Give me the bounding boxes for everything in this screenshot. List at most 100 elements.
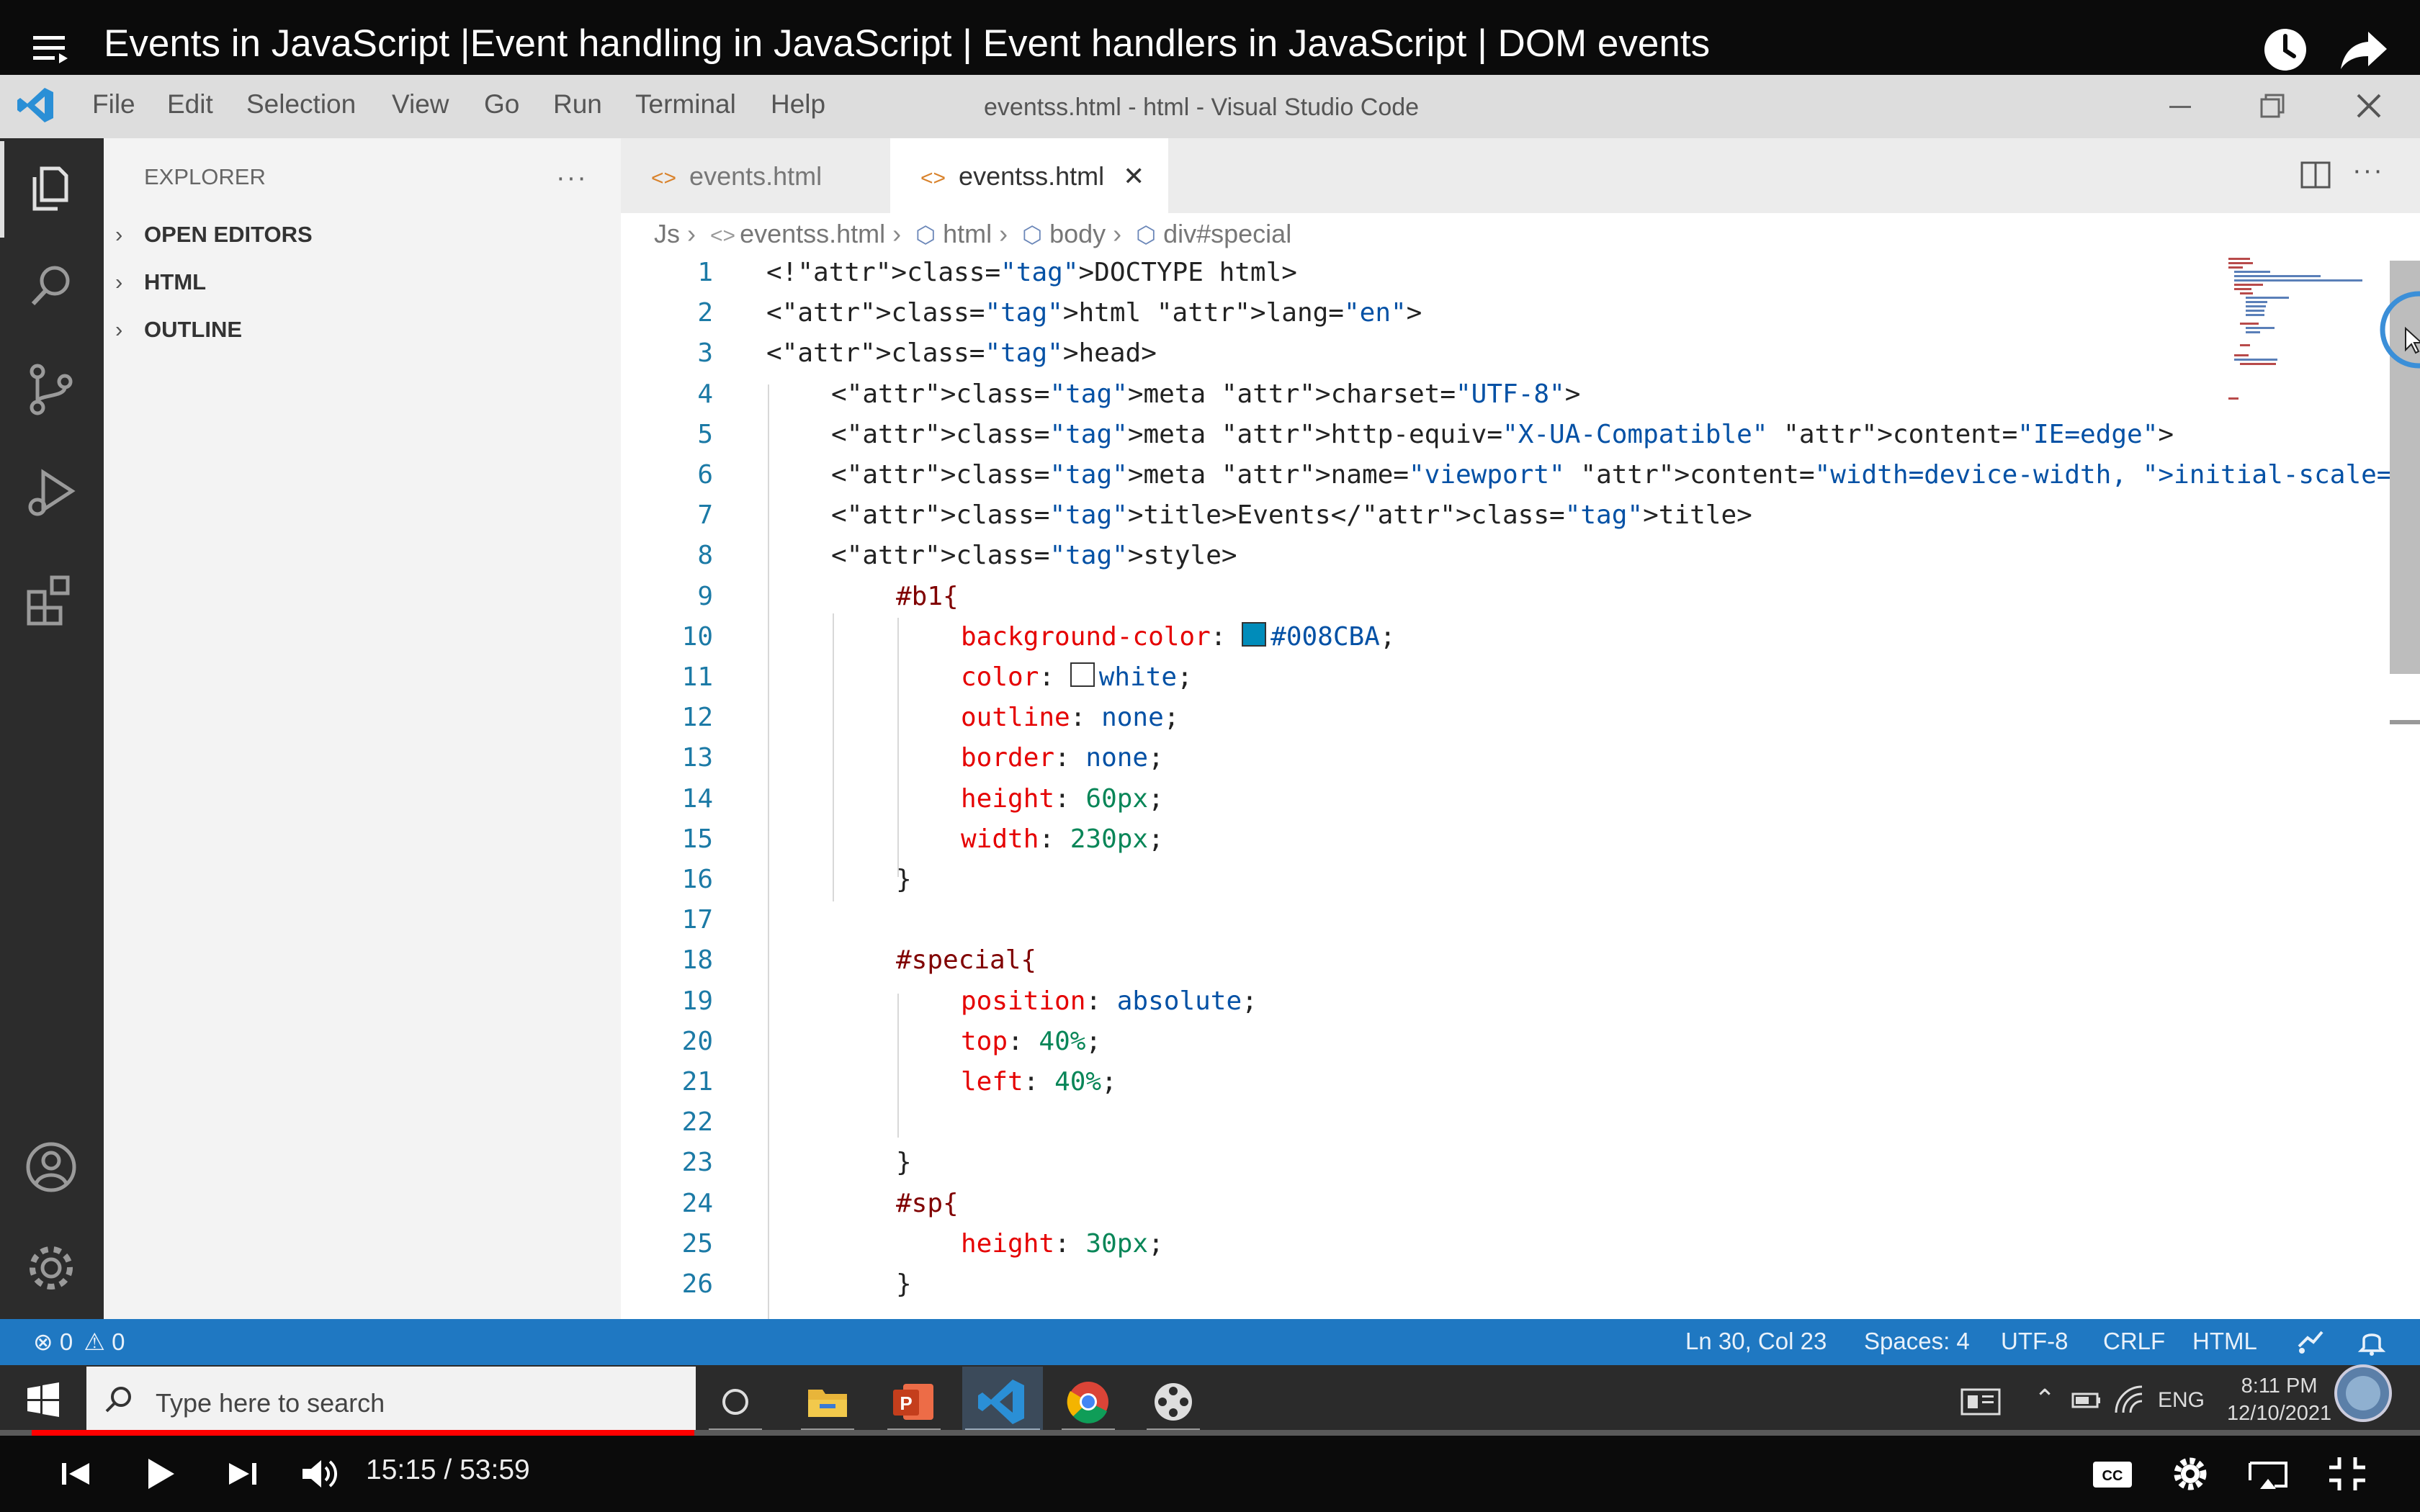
- menu-file[interactable]: File: [92, 89, 135, 120]
- wifi-icon[interactable]: [2113, 1384, 2145, 1416]
- code-line[interactable]: <"attr">class="tag">meta "attr">name="vi…: [831, 460, 2420, 490]
- code-line[interactable]: position: absolute;: [961, 986, 1258, 1016]
- line-number: 2: [697, 298, 713, 328]
- menu-selection[interactable]: Selection: [246, 89, 356, 120]
- code-line[interactable]: <"attr">class="tag">head>: [766, 338, 1157, 368]
- menu-help[interactable]: Help: [771, 89, 825, 120]
- input-language[interactable]: ENG: [2158, 1388, 2205, 1413]
- breadcrumb-div-special[interactable]: div#special: [1163, 219, 1291, 248]
- code-line[interactable]: top: 40%;: [961, 1027, 1101, 1056]
- code-line[interactable]: border: none;: [961, 743, 1164, 773]
- chrome-icon[interactable]: [1062, 1375, 1115, 1428]
- code-line[interactable]: <!"attr">class="tag">DOCTYPE html>: [766, 258, 1297, 287]
- menu-terminal[interactable]: Terminal: [635, 89, 736, 120]
- editor-more-icon[interactable]: ···: [2352, 156, 2384, 186]
- share-icon[interactable]: [2339, 26, 2390, 73]
- code-line[interactable]: #sp{: [896, 1189, 959, 1218]
- encoding-status[interactable]: UTF-8: [2001, 1328, 2069, 1355]
- powerpoint-icon[interactable]: P: [887, 1375, 941, 1428]
- minimize-icon[interactable]: [2161, 86, 2200, 125]
- settings-gear-icon[interactable]: [2166, 1452, 2214, 1496]
- menu-edit[interactable]: Edit: [167, 89, 213, 120]
- menu-go[interactable]: Go: [484, 89, 519, 120]
- video-title[interactable]: Events in JavaScript |Event handling in …: [104, 22, 1710, 66]
- vscode-taskbar-icon[interactable]: [975, 1375, 1028, 1428]
- windows-start-icon[interactable]: [23, 1380, 63, 1420]
- active-indicator: [0, 141, 4, 238]
- code-line[interactable]: <"attr">class="tag">title>Events</"attr"…: [831, 500, 1752, 530]
- section-open-editors[interactable]: › OPEN EDITORS: [115, 222, 313, 248]
- code-line[interactable]: }: [896, 865, 912, 894]
- code-line[interactable]: }: [896, 1269, 912, 1299]
- file-explorer-icon[interactable]: [801, 1375, 854, 1428]
- code-line[interactable]: }: [896, 1148, 912, 1177]
- code-line[interactable]: background-color: #008CBA;: [961, 622, 1396, 652]
- watch-later-icon[interactable]: [2262, 26, 2309, 73]
- previous-icon[interactable]: [53, 1452, 101, 1496]
- split-editor-icon[interactable]: [2298, 157, 2334, 193]
- explorer-files-icon[interactable]: [22, 158, 81, 217]
- menu-run[interactable]: Run: [553, 89, 602, 120]
- line-number: 9: [697, 582, 713, 611]
- battery-icon[interactable]: [2071, 1390, 2102, 1411]
- code-line[interactable]: <"attr">class="tag">meta "attr">http-equ…: [831, 420, 2174, 449]
- line-number: 14: [681, 784, 713, 814]
- cast-icon[interactable]: [2244, 1452, 2292, 1496]
- tab-events-html[interactable]: <> events.html: [621, 138, 890, 213]
- code-line[interactable]: #b1{: [896, 582, 959, 611]
- video-progress-played: [32, 1430, 694, 1436]
- breadcrumb-body[interactable]: body: [1049, 219, 1106, 248]
- restore-icon[interactable]: [2253, 86, 2292, 125]
- clock-date: 12/10/2021: [2227, 1402, 2332, 1425]
- account-icon[interactable]: [22, 1138, 81, 1197]
- playlist-menu-icon[interactable]: [32, 27, 75, 71]
- notifications-bell-icon[interactable]: [2355, 1325, 2388, 1358]
- code-line[interactable]: outline: none;: [961, 703, 1179, 732]
- close-tab-icon[interactable]: ✕: [1123, 161, 1144, 191]
- code-line[interactable]: #special{: [896, 945, 1036, 975]
- task-view-icon[interactable]: [709, 1375, 762, 1428]
- settings-gear-icon[interactable]: [22, 1238, 81, 1297]
- cursor-position[interactable]: Ln 30, Col 23: [1685, 1328, 1827, 1355]
- code-line[interactable]: left: 40%;: [961, 1067, 1117, 1097]
- code-line[interactable]: <"attr">class="tag">html "attr">lang="en…: [766, 298, 1422, 328]
- news-widget-icon[interactable]: [1959, 1385, 2002, 1418]
- captions-icon[interactable]: CC: [2089, 1452, 2136, 1496]
- code-line[interactable]: <"attr">class="tag">style>: [831, 541, 1237, 570]
- exit-fullscreen-icon[interactable]: [2323, 1452, 2371, 1496]
- section-outline[interactable]: › OUTLINE: [115, 317, 242, 343]
- channel-avatar[interactable]: [2331, 1361, 2396, 1426]
- clock[interactable]: 8:11 PM 12/10/2021: [2227, 1372, 2331, 1427]
- next-icon[interactable]: [219, 1452, 266, 1496]
- problems-status[interactable]: ⊗ 0 ⚠ 0: [33, 1328, 125, 1356]
- source-control-icon[interactable]: [22, 360, 81, 419]
- video-editor-icon[interactable]: [1147, 1375, 1200, 1428]
- play-icon[interactable]: [137, 1452, 184, 1496]
- breadcrumb[interactable]: Js › <> eventss.html › ⬡ html › ⬡ body › ⬡ div#s…: [654, 219, 1299, 249]
- minimap[interactable]: [2226, 253, 2362, 412]
- close-window-icon[interactable]: [2349, 86, 2388, 125]
- volume-icon[interactable]: [297, 1452, 344, 1496]
- breadcrumb-file[interactable]: eventss.html: [740, 219, 885, 248]
- eol-status[interactable]: CRLF: [2103, 1328, 2165, 1355]
- code-line[interactable]: height: 60px;: [961, 784, 1164, 814]
- feedback-icon[interactable]: [2293, 1325, 2326, 1358]
- language-status[interactable]: HTML: [2192, 1328, 2257, 1355]
- indentation-status[interactable]: Spaces: 4: [1864, 1328, 1970, 1355]
- extensions-icon[interactable]: [22, 569, 81, 628]
- breadcrumb-folder[interactable]: Js: [654, 219, 680, 248]
- explorer-more-icon[interactable]: ···: [556, 163, 588, 194]
- code-line[interactable]: width: 230px;: [961, 824, 1164, 854]
- element-icon: ⬡: [1022, 222, 1043, 248]
- code-line[interactable]: color: white;: [961, 662, 1193, 692]
- menu-view[interactable]: View: [392, 89, 449, 120]
- show-hidden-icons-icon[interactable]: ⌃: [2034, 1384, 2056, 1414]
- code-line[interactable]: height: 30px;: [961, 1229, 1164, 1259]
- breadcrumb-html[interactable]: html: [943, 219, 992, 248]
- section-html[interactable]: › HTML: [115, 269, 206, 295]
- search-icon[interactable]: [22, 256, 81, 315]
- code-line[interactable]: <"attr">class="tag">meta "attr">charset=…: [831, 379, 1580, 409]
- line-number: 1: [697, 258, 713, 287]
- run-debug-icon[interactable]: [22, 464, 81, 523]
- tab-eventss-html[interactable]: <> eventss.html ✕: [890, 138, 1168, 213]
